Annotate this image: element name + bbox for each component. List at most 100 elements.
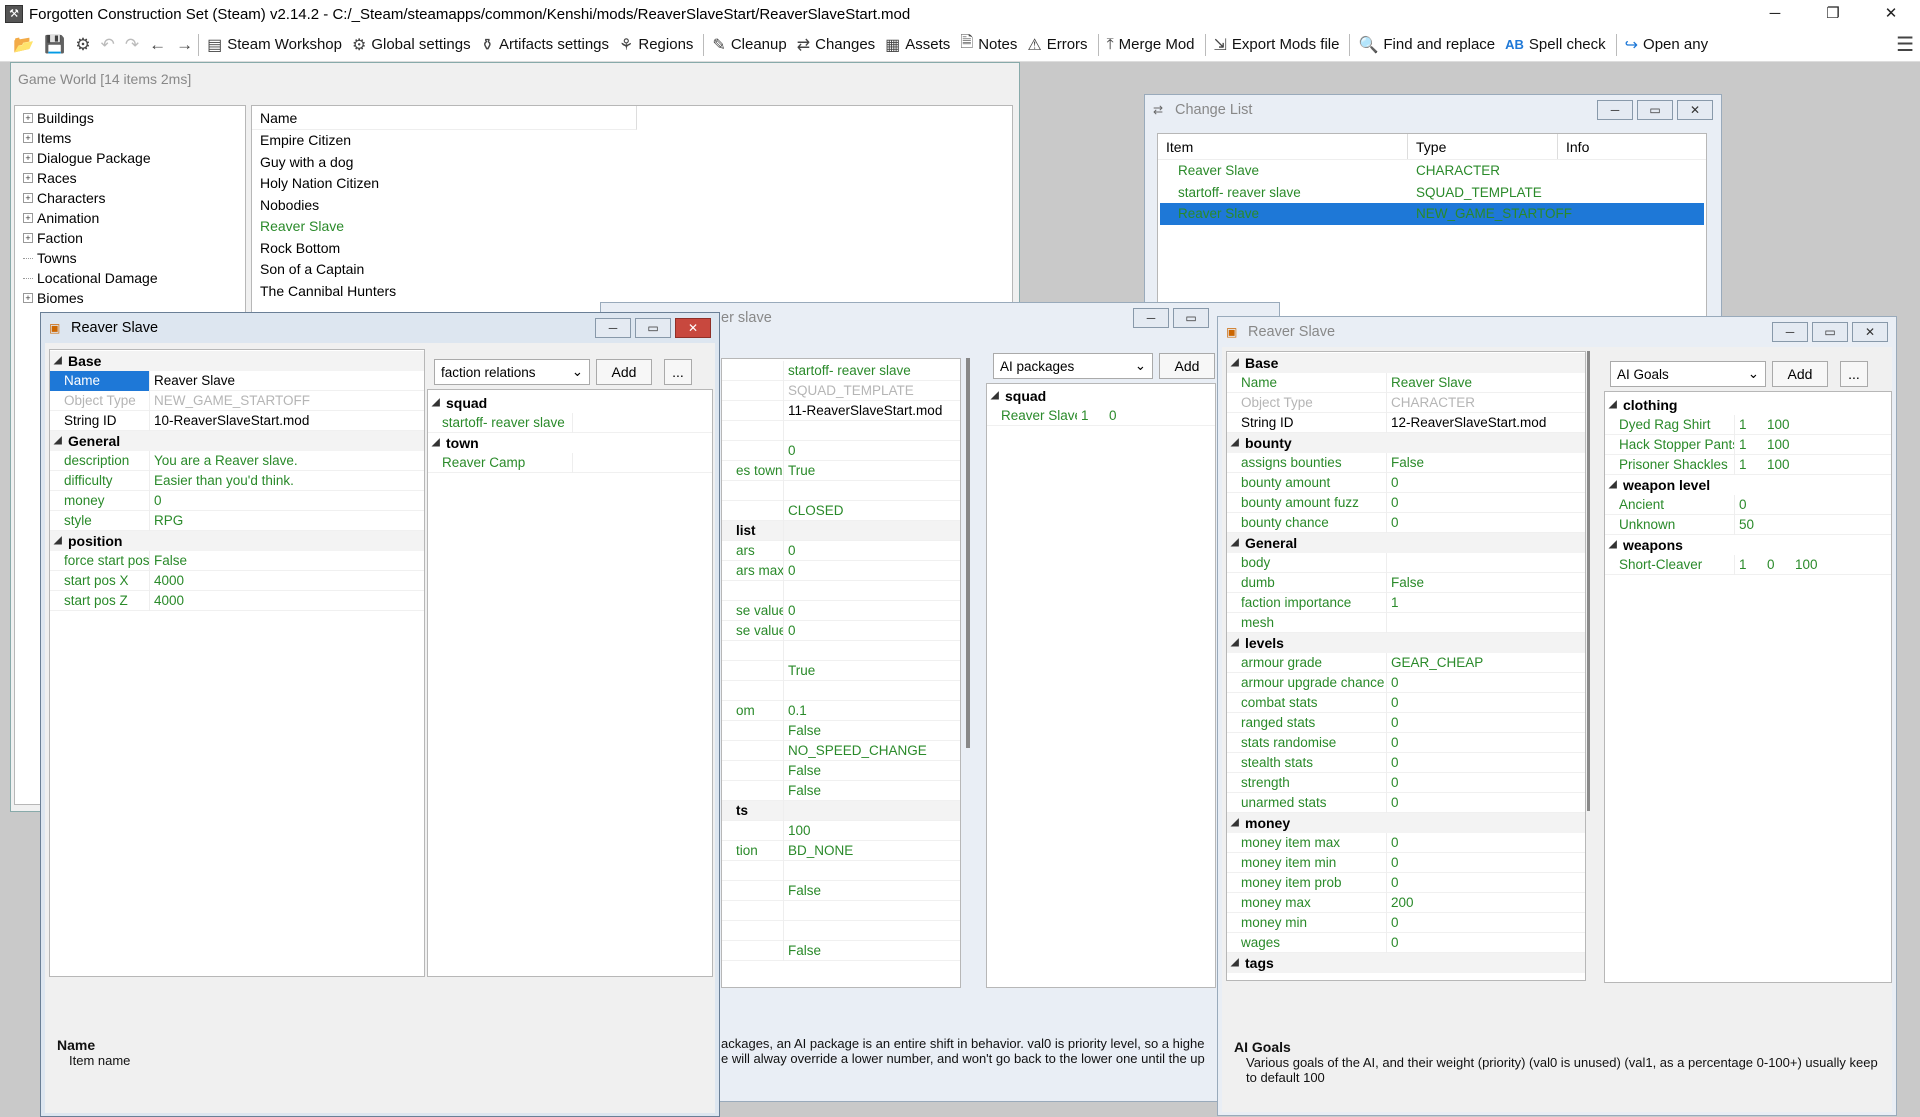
property-row[interactable]: unarmed stats 0 [1227, 792, 1585, 813]
list-item[interactable]: Reaver Camp [428, 452, 712, 473]
table-row[interactable]: Reaver Slave CHARACTER [1158, 160, 1706, 182]
list-item[interactable]: Holy Nation Citizen [252, 173, 1012, 195]
splitter[interactable] [1587, 351, 1590, 811]
list-item[interactable]: Rock Bottom [252, 238, 1012, 260]
merge-mod-button[interactable]: ⤒ Merge Mod [1107, 36, 1195, 54]
minimize-icon[interactable]: ─ [1746, 0, 1804, 28]
ai-goals-dropdown[interactable]: AI Goals ⌄ [1610, 361, 1766, 387]
property-row[interactable] [722, 420, 960, 441]
tree-item[interactable]: + Faction [15, 228, 245, 248]
property-row[interactable]: force start pos False [50, 550, 424, 571]
property-row[interactable]: body [1227, 552, 1585, 573]
property-row[interactable]: stats randomise 0 [1227, 732, 1585, 753]
property-row[interactable]: bounty amount 0 [1227, 472, 1585, 493]
property-row[interactable]: False [722, 760, 960, 781]
property-row[interactable]: style RPG [50, 510, 424, 531]
property-row[interactable]: stealth stats 0 [1227, 752, 1585, 773]
property-row[interactable]: description You are a Reaver slave. [50, 450, 424, 471]
property-row[interactable]: startoff- reaver slave [722, 360, 960, 381]
property-row[interactable]: Object Type NEW_GAME_STARTOFF [50, 390, 424, 411]
property-row[interactable]: se value 0 [722, 600, 960, 621]
list-item[interactable]: Reaver Slave 1 0 [987, 406, 1215, 426]
menu-icon[interactable]: ☰ [1896, 32, 1914, 57]
property-row[interactable]: Object Type CHARACTER [1227, 392, 1585, 413]
property-row[interactable]: money max 200 [1227, 892, 1585, 913]
collapse-icon[interactable]: ◢ [1231, 813, 1245, 833]
more-button[interactable]: ... [1840, 361, 1868, 387]
property-row[interactable]: tion BD_NONE [722, 840, 960, 861]
property-row[interactable]: es towns True [722, 460, 960, 481]
property-row[interactable] [722, 480, 960, 501]
table-row-selected[interactable]: Reaver Slave NEW_GAME_STARTOFF [1160, 203, 1704, 225]
tree-item[interactable]: + Buildings [15, 108, 245, 128]
property-row[interactable] [722, 680, 960, 701]
assets-button[interactable]: ▦ Assets [885, 35, 950, 55]
property-row[interactable]: money item max 0 [1227, 832, 1585, 853]
regions-button[interactable]: ⚘ Regions [619, 35, 693, 55]
property-row[interactable]: ranged stats 0 [1227, 712, 1585, 733]
errors-button[interactable]: ⚠ Errors [1027, 35, 1087, 55]
tree-item[interactable]: Locational Damage [15, 268, 245, 288]
list-item[interactable]: Son of a Captain [252, 259, 1012, 281]
close-icon[interactable]: ✕ [675, 318, 711, 338]
close-icon[interactable]: ✕ [1852, 322, 1888, 342]
property-row[interactable]: False [722, 720, 960, 741]
find-replace-button[interactable]: 🔍 Find and replace [1358, 35, 1495, 55]
maximize-icon[interactable]: ▭ [635, 318, 671, 338]
list-item[interactable]: Hack Stopper Pants 1 100 [1605, 434, 1891, 455]
cleanup-button[interactable]: ✎ Cleanup [712, 35, 786, 55]
property-row[interactable]: strength 0 [1227, 772, 1585, 793]
list-item[interactable]: The Cannibal Hunters [252, 281, 1012, 303]
property-row[interactable]: bounty amount fuzz 0 [1227, 492, 1585, 513]
open-any-button[interactable]: ↪ Open any [1625, 35, 1708, 55]
property-section[interactable]: ◢ levels [1227, 633, 1585, 653]
list-item[interactable]: Guy with a dog [252, 152, 1012, 174]
collapse-icon[interactable]: ◢ [54, 531, 68, 551]
property-row[interactable]: start pos X 4000 [50, 570, 424, 591]
settings-icon[interactable]: ⚙ [75, 35, 90, 55]
property-row[interactable]: NO_SPEED_CHANGE [722, 740, 960, 761]
tree-item[interactable]: + Races [15, 168, 245, 188]
property-row[interactable]: CLOSED [722, 500, 960, 521]
property-row[interactable] [722, 640, 960, 661]
property-section[interactable]: ◢ money [1227, 813, 1585, 833]
property-row[interactable]: money item min 0 [1227, 852, 1585, 873]
property-row[interactable]: difficulty Easier than you'd think. [50, 470, 424, 491]
collapse-icon[interactable]: ◢ [1231, 433, 1245, 453]
table-row[interactable]: startoff- reaver slave SQUAD_TEMPLATE [1158, 182, 1706, 204]
property-section[interactable]: ◢ clothing [1605, 395, 1891, 415]
collapse-icon[interactable]: ◢ [1231, 633, 1245, 653]
list-header[interactable]: Name [252, 106, 637, 130]
tree-item[interactable]: + Items [15, 128, 245, 148]
column-header[interactable]: Item [1158, 134, 1408, 159]
list-item[interactable]: Empire Citizen [252, 130, 1012, 152]
open-folder-icon[interactable]: 📂 [13, 35, 34, 55]
property-row[interactable]: money item prob 0 [1227, 872, 1585, 893]
property-row[interactable]: combat stats 0 [1227, 692, 1585, 713]
collapse-icon[interactable]: ◢ [1231, 353, 1245, 373]
minimize-icon[interactable]: ─ [1597, 100, 1633, 120]
add-button[interactable]: Add [1772, 361, 1828, 387]
collapse-icon[interactable]: ◢ [54, 351, 68, 371]
property-row[interactable]: Name Reaver Slave [50, 370, 424, 391]
property-row[interactable]: SQUAD_TEMPLATE [722, 380, 960, 401]
export-mods-button[interactable]: ⇲ Export Mods file [1214, 35, 1340, 55]
property-row[interactable]: wages 0 [1227, 932, 1585, 953]
notes-button[interactable]: 🗎 Notes [960, 31, 1017, 58]
property-row[interactable]: String ID 12-ReaverSlaveStart.mod [1227, 412, 1585, 433]
property-section[interactable]: ◢ Base [1227, 353, 1585, 373]
list-item[interactable]: Prisoner Shackles 1 100 [1605, 454, 1891, 475]
maximize-icon[interactable]: ▭ [1637, 100, 1673, 120]
property-row[interactable]: bounty chance 0 [1227, 512, 1585, 533]
close-icon[interactable]: ✕ [1677, 100, 1713, 120]
property-section[interactable]: ◢ General [1227, 533, 1585, 553]
property-row[interactable] [722, 580, 960, 601]
list-item[interactable]: Dyed Rag Shirt 1 100 [1605, 414, 1891, 435]
property-section[interactable]: ◢ weapons [1605, 535, 1891, 555]
property-section[interactable]: ◢ bounty [1227, 433, 1585, 453]
minimize-icon[interactable]: ─ [1772, 322, 1808, 342]
property-row[interactable]: armour grade GEAR_CHEAP [1227, 652, 1585, 673]
save-icon[interactable]: 💾 [44, 35, 65, 55]
property-row[interactable]: faction importance 1 [1227, 592, 1585, 613]
property-row[interactable]: True [722, 660, 960, 681]
